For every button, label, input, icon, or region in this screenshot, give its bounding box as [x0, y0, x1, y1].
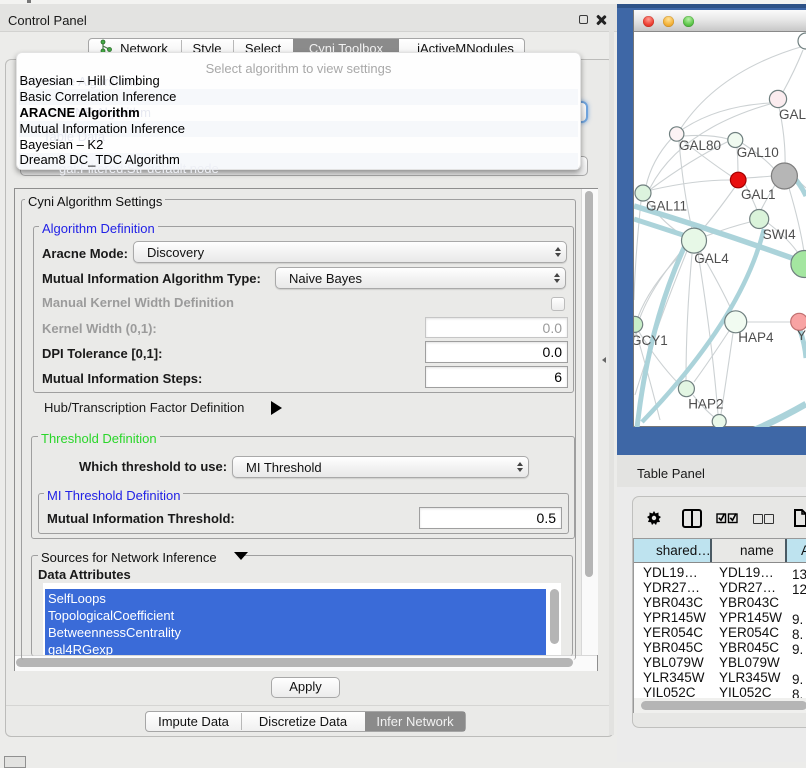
svg-text:GAL1: GAL1	[741, 187, 776, 202]
svg-text:GCY1: GCY1	[634, 333, 668, 348]
svg-text:GAL11: GAL11	[646, 199, 687, 214]
svg-text:GAL4: GAL4	[694, 251, 729, 266]
svg-text:HAP4: HAP4	[738, 330, 774, 345]
svg-text:SWI4: SWI4	[763, 227, 796, 242]
svg-text:GAL80: GAL80	[679, 138, 721, 153]
svg-text:HAP2: HAP2	[688, 397, 723, 412]
svg-text:GAL10: GAL10	[737, 145, 779, 160]
svg-text:Y: Y	[797, 328, 806, 343]
svg-text:GAL: GAL	[779, 107, 806, 122]
